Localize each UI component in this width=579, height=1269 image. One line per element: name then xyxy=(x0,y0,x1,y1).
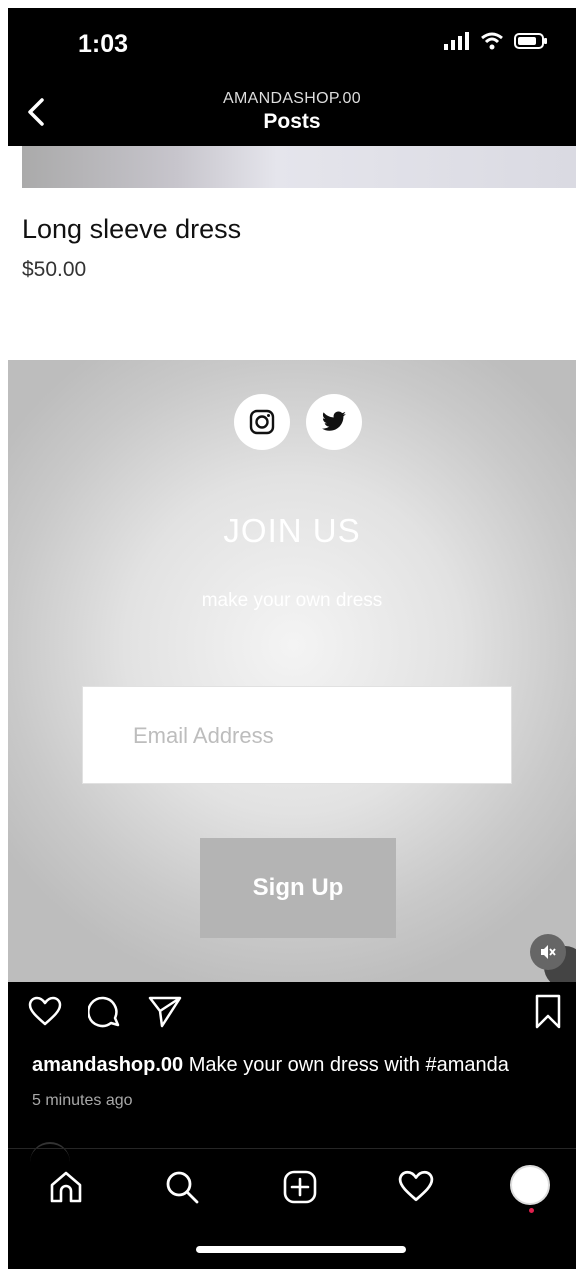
post-media[interactable]: Long sleeve dress $50.00 JOIN US make yo… xyxy=(8,146,576,982)
add-post-icon xyxy=(283,1170,317,1204)
status-icons xyxy=(444,32,548,50)
signal-icon xyxy=(444,32,469,50)
home-indicator xyxy=(196,1246,406,1253)
like-button[interactable] xyxy=(28,996,62,1026)
share-icon xyxy=(148,996,182,1028)
tab-profile-avatar[interactable] xyxy=(510,1165,550,1205)
caption-text: Make your own dress with #amanda xyxy=(183,1054,509,1076)
posts-header: AMANDASHOP.00 Posts xyxy=(8,80,576,146)
bookmark-button[interactable] xyxy=(534,994,562,1030)
product-photo xyxy=(22,146,576,188)
post-caption: amandashop.00 Make your own dress with #… xyxy=(32,1054,509,1077)
account-name: AMANDASHOP.00 xyxy=(223,90,361,107)
status-time: 1:03 xyxy=(78,30,129,58)
email-placeholder: Email Address xyxy=(133,723,274,748)
activity-icon xyxy=(398,1170,434,1202)
post-time: 5 minutes ago xyxy=(32,1092,133,1109)
comment-icon xyxy=(88,996,120,1028)
tab-home[interactable] xyxy=(48,1169,84,1205)
app-frame: 1:03 AMANDASHOP.00 Posts Long sleeve dre… xyxy=(8,8,576,1269)
product-name: Long sleeve dress xyxy=(22,214,242,244)
join-title: JOIN US xyxy=(223,512,361,549)
wifi-icon xyxy=(481,32,503,50)
notification-dot xyxy=(529,1208,534,1213)
tab-search[interactable] xyxy=(164,1169,200,1205)
instagram-button[interactable] xyxy=(234,394,290,450)
heart-icon xyxy=(28,996,62,1026)
mute-icon xyxy=(541,945,556,959)
twitter-button[interactable] xyxy=(306,394,362,450)
bottom-tab-bar xyxy=(8,1148,576,1239)
search-icon xyxy=(166,1171,199,1204)
tab-new-post[interactable] xyxy=(282,1169,318,1205)
instagram-icon xyxy=(249,409,275,435)
battery-icon xyxy=(514,33,547,49)
share-button[interactable] xyxy=(148,995,182,1029)
home-icon xyxy=(50,1171,82,1203)
caption-username[interactable]: amandashop.00 xyxy=(32,1054,183,1076)
email-field[interactable]: Email Address xyxy=(82,686,512,784)
join-section: JOIN US make your own dress Email Addres… xyxy=(8,360,576,982)
product-price: $50.00 xyxy=(22,258,87,281)
status-bar: 1:03 xyxy=(8,8,576,80)
tab-activity[interactable] xyxy=(398,1170,434,1202)
page-title: Posts xyxy=(263,110,321,133)
mute-button[interactable] xyxy=(530,934,566,970)
post-actions xyxy=(8,982,576,1046)
comment-button[interactable] xyxy=(88,995,122,1029)
join-subtitle: make your own dress xyxy=(201,590,383,611)
bookmark-icon xyxy=(535,994,561,1029)
sign-up-button[interactable]: Sign Up xyxy=(200,838,396,938)
twitter-icon xyxy=(322,411,346,431)
